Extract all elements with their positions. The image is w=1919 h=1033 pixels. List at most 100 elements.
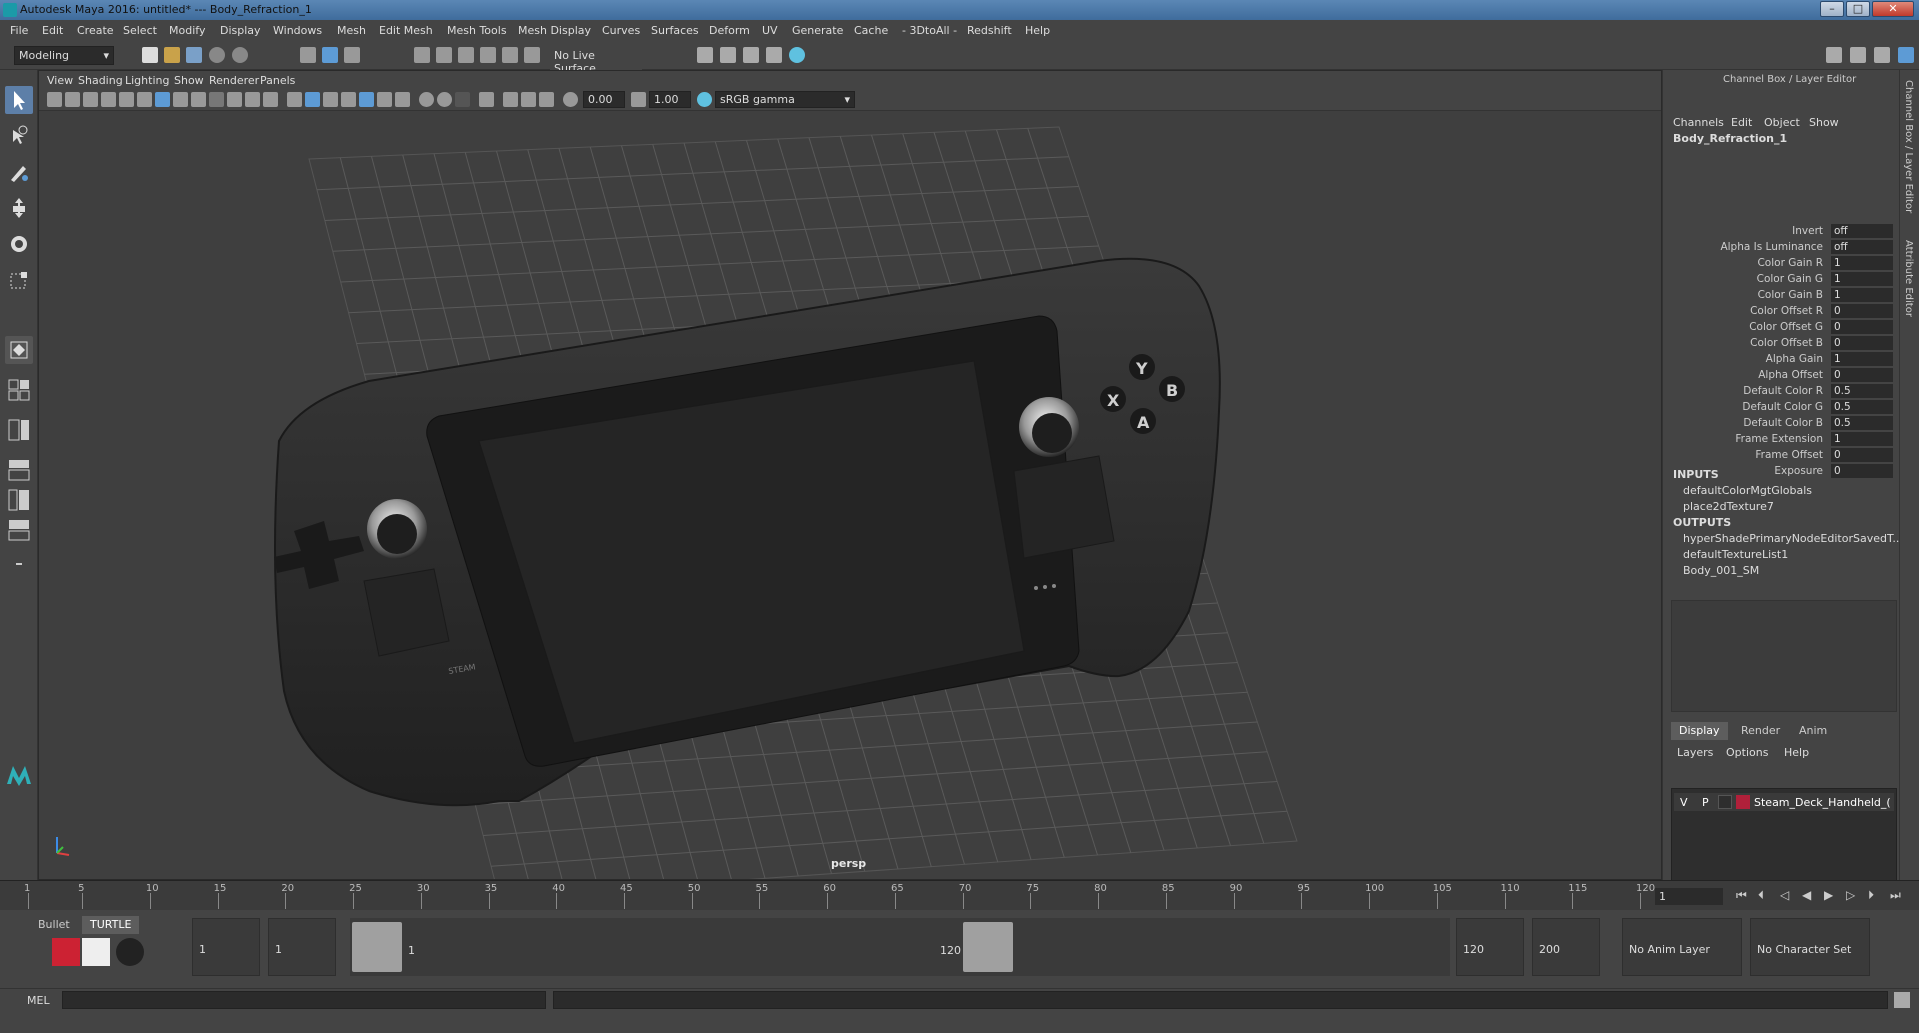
render-view-icon[interactable] [789,47,805,63]
input-node-item[interactable]: place2dTexture7 [1683,500,1774,513]
select-object-icon[interactable] [322,47,338,63]
layer-menu-layers[interactable]: Layers [1677,746,1713,759]
range-end-handle[interactable] [963,922,1013,972]
attribute-value-field[interactable]: 1 [1831,352,1893,366]
go-to-end-icon[interactable]: ⏭ [1890,888,1901,903]
play-backward-icon[interactable]: ◀ [1802,888,1811,902]
magnet-icon[interactable] [524,47,540,63]
scale-tool-icon[interactable] [5,266,33,294]
viewport-panel[interactable]: View Shading Lighting Show Renderer Pane… [38,70,1662,880]
step-forward-key-icon[interactable]: ▷ [1846,888,1855,902]
exposure-icon[interactable] [563,92,578,107]
attribute-row[interactable]: Color Offset B 0 [1663,336,1903,351]
menu-edit[interactable]: Edit [42,24,63,37]
time-slider[interactable]: 1 5 10 15 20 25 30 35 40 45 50 55 60 65 70 75 80 85 90 95 10… [0,880,1919,910]
attribute-value-field[interactable]: off [1831,240,1893,254]
attribute-value-field[interactable]: 1 [1831,256,1893,270]
isolate-select-icon[interactable] [479,92,494,107]
menu-mesh[interactable]: Mesh [337,24,366,37]
bookmark-icon[interactable] [83,92,98,107]
selected-node-name[interactable]: Body_Refraction_1 [1673,132,1787,145]
anim-layer-dropdown[interactable]: No Anim Layer [1622,918,1742,976]
menu-uv[interactable]: UV [762,24,778,37]
menu-edit-mesh[interactable]: Edit Mesh [379,24,433,37]
snap-curve-icon[interactable] [436,47,452,63]
last-tool-icon[interactable] [5,336,33,364]
menu-cache[interactable]: Cache [854,24,888,37]
gate-mask-icon[interactable] [209,92,224,107]
wireframe-icon[interactable] [287,92,302,107]
camera-icon[interactable] [47,92,62,107]
layout-side-by-side-icon[interactable] [5,416,33,444]
ipr-render-icon[interactable] [720,47,736,63]
snap-plane-icon[interactable] [480,47,496,63]
menu-curves[interactable]: Curves [602,24,640,37]
view-transform-dropdown[interactable]: sRGB gamma ▾ [715,91,855,108]
exposure-field[interactable]: 0.00 [583,91,625,108]
shadows-icon[interactable] [395,92,410,107]
command-language-label[interactable]: MEL [27,994,50,1007]
anti-aliasing-icon[interactable] [455,92,470,107]
attribute-value-field[interactable]: 0 [1831,336,1893,350]
layer-row[interactable]: V P Steam_Deck_Handheld_( [1674,793,1894,811]
attribute-value-field[interactable]: 1 [1831,288,1893,302]
attribute-value-field[interactable]: 0 [1831,464,1893,478]
shelf-tab-turtle[interactable]: TURTLE [82,916,140,934]
gamma-icon[interactable] [631,92,646,107]
menu-deform[interactable]: Deform [709,24,750,37]
cb-menu-show[interactable]: Show [1809,116,1839,129]
xray-joints-icon[interactable] [521,92,536,107]
side-tab-channel-box[interactable]: Channel Box / Layer Editor [1903,80,1914,213]
attribute-row[interactable]: Default Color G 0.5 [1663,400,1903,415]
layout-four-view-icon[interactable] [5,376,33,404]
vp-menu-renderer[interactable]: Renderer [209,74,259,87]
attribute-row[interactable]: Default Color R 0.5 [1663,384,1903,399]
attribute-row[interactable]: Color Gain G 1 [1663,272,1903,287]
viewport-scene[interactable]: Y X B A STEAM [39,111,1661,879]
menu-mesh-tools[interactable]: Mesh Tools [447,24,507,37]
snap-grid-icon[interactable] [414,47,430,63]
attribute-value-field[interactable]: 0 [1831,320,1893,334]
snap-surface-icon[interactable] [502,47,518,63]
attribute-value-field[interactable]: 0.5 [1831,384,1893,398]
screen-space-ao-icon[interactable] [419,92,434,107]
render-settings-icon[interactable] [743,47,759,63]
layer-playback-toggle[interactable]: P [1702,796,1709,809]
character-set-dropdown[interactable]: No Character Set [1750,918,1870,976]
playback-end-field[interactable]: 120 [1456,918,1524,976]
xray-icon[interactable] [503,92,518,107]
side-tab-attribute-editor[interactable]: Attribute Editor [1903,240,1914,317]
grease-pencil-icon[interactable] [137,92,152,107]
cb-menu-edit[interactable]: Edit [1731,116,1752,129]
select-hierarchy-icon[interactable] [300,47,316,63]
range-start-handle[interactable] [352,922,402,972]
safe-title-icon[interactable] [263,92,278,107]
select-component-icon[interactable] [344,47,360,63]
vp-menu-panels[interactable]: Panels [260,74,295,87]
vp-menu-view[interactable]: View [47,74,73,87]
motion-blur-icon[interactable] [437,92,452,107]
cb-menu-object[interactable]: Object [1764,116,1800,129]
attribute-value-field[interactable]: 0.5 [1831,416,1893,430]
hypershade-icon[interactable] [766,47,782,63]
cb-menu-channels[interactable]: Channels [1673,116,1724,129]
output-node-item[interactable]: defaultTextureList1 [1683,548,1788,561]
gamma-field[interactable]: 1.00 [649,91,691,108]
collapse-toolbox-icon[interactable] [5,550,33,578]
wireframe-on-shaded-icon[interactable] [341,92,356,107]
layer-type-toggle[interactable] [1718,795,1732,809]
menu-display[interactable]: Display [220,24,261,37]
menu-windows[interactable]: Windows [273,24,322,37]
xray-components-icon[interactable] [539,92,554,107]
new-scene-icon[interactable] [142,47,158,63]
modeling-toolkit-icon[interactable] [1826,47,1842,63]
redo-icon[interactable] [232,47,248,63]
image-plane-icon[interactable] [101,92,116,107]
attribute-row[interactable]: Frame Extension 1 [1663,432,1903,447]
lasso-tool-icon[interactable] [5,122,33,150]
attribute-value-field[interactable]: 0 [1831,368,1893,382]
menu-generate[interactable]: Generate [792,24,843,37]
attribute-row[interactable]: Invert off [1663,224,1903,239]
close-button[interactable]: ✕ [1872,1,1914,17]
menu-select[interactable]: Select [123,24,157,37]
